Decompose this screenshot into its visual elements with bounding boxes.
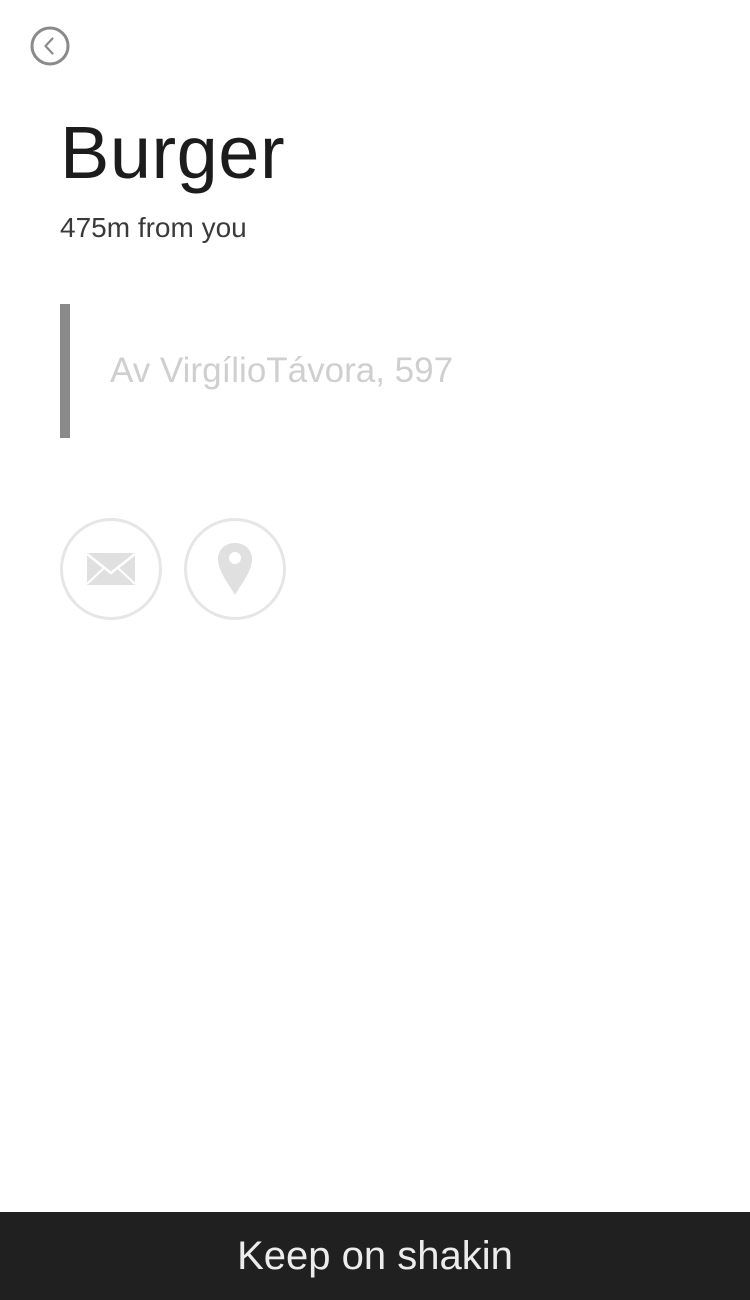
address-text: Av VirgílioTávora, 597 [110,351,454,390]
distance-label: 475m from you [60,212,247,243]
address-accent-bar [60,304,70,438]
keep-shaking-bar[interactable]: Keep on shakin [0,1212,750,1300]
keep-shaking-label: Keep on shakin [237,1234,513,1278]
envelope-icon [86,553,136,585]
email-button[interactable] [60,518,162,620]
location-button[interactable] [184,518,286,620]
page-title: Burger [60,111,286,194]
place-detail-screen: Burger 475m from you Av VirgílioTávora, … [0,0,750,1300]
back-button[interactable] [30,26,70,66]
map-pin-icon [218,543,252,595]
address-block: Av VirgílioTávora, 597 [60,304,700,438]
chevron-left-circle-icon [30,26,70,66]
